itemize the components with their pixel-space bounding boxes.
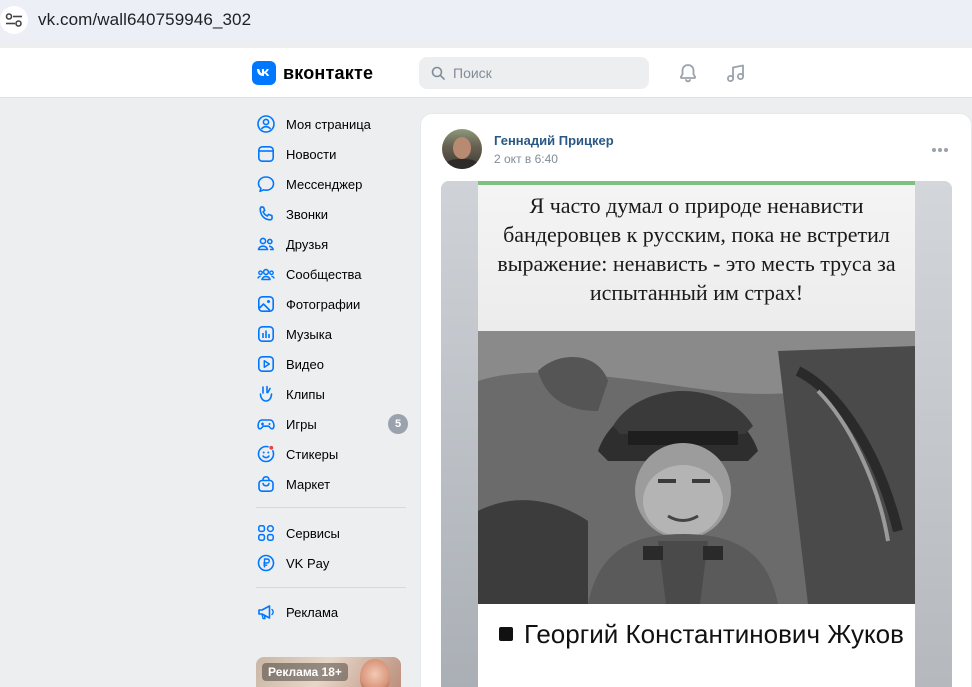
ad-image — [360, 659, 390, 687]
gamepad-icon — [256, 414, 276, 434]
sidebar-item-music[interactable]: Музыка — [252, 319, 412, 349]
clips-icon — [256, 384, 276, 404]
avatar[interactable] — [442, 129, 482, 169]
search-icon — [431, 66, 445, 80]
caption-text: Георгий Константинович Жуков — [524, 619, 904, 649]
sidebar-item-label: Сообщества — [286, 266, 362, 282]
vkpay-icon — [256, 553, 276, 573]
sidebar-item-label: Музыка — [286, 326, 332, 342]
sidebar-item-label: Друзья — [286, 236, 329, 252]
sidebar-item-label: Клипы — [286, 386, 325, 402]
music-note-icon — [256, 324, 276, 344]
bell-icon[interactable] — [676, 61, 700, 85]
wall-post: Геннадий Прицкер 2 окт в 6:40 Я часто ду… — [420, 113, 972, 687]
sidebar-item-calls[interactable]: Звонки — [252, 199, 412, 229]
sidebar-item-ads[interactable]: Реклама — [252, 597, 412, 627]
video-icon — [256, 354, 276, 374]
sidebar-item-label: Стикеры — [286, 446, 339, 462]
sidebar-item-label: Мессенджер — [286, 176, 363, 192]
site-header: вконтакте — [0, 48, 972, 98]
sidebar-item-label: Видео — [286, 356, 324, 372]
sidebar-item-my-page[interactable]: Моя страница — [252, 109, 412, 139]
ad-label: Реклама 18+ — [262, 663, 348, 681]
image-blur-left — [441, 181, 478, 687]
browser-toolbar: vk.com/wall640759946_302 — [0, 0, 972, 41]
communities-icon — [256, 264, 276, 284]
sidebar-item-services[interactable]: Сервисы — [252, 518, 412, 548]
address-bar[interactable]: vk.com/wall640759946_302 — [0, 0, 972, 41]
phone-icon — [256, 204, 276, 224]
sidebar-item-vkpay[interactable]: VK Pay — [252, 548, 412, 578]
sidebar-item-photos[interactable]: Фотографии — [252, 289, 412, 319]
sidebar-item-label: Игры — [286, 416, 317, 432]
more-options-icon[interactable] — [929, 139, 951, 159]
vk-logo-icon — [252, 61, 276, 85]
sidebar-item-video[interactable]: Видео — [252, 349, 412, 379]
music-icon[interactable] — [724, 61, 748, 85]
sidebar-item-label: Сервисы — [286, 525, 340, 541]
image-caption: Георгий Константинович Жуков — [478, 604, 915, 687]
avatar-face — [453, 137, 471, 159]
sidebar-item-games[interactable]: Игры 5 — [252, 409, 412, 439]
divider — [256, 587, 406, 588]
friends-icon — [256, 234, 276, 254]
ad-banner[interactable]: Реклама 18+ — [256, 657, 401, 687]
historical-photo — [478, 331, 915, 604]
sidebar-item-label: Маркет — [286, 476, 331, 492]
newspaper-icon — [256, 144, 276, 164]
sidebar-item-label: VK Pay — [286, 555, 330, 571]
image-blur-right — [915, 181, 952, 687]
vk-logo-text: вконтакте — [283, 62, 374, 83]
divider — [256, 507, 406, 508]
sidebar-item-label: Звонки — [286, 206, 328, 222]
message-icon — [256, 174, 276, 194]
site-settings-icon[interactable] — [0, 6, 28, 34]
services-icon — [256, 523, 276, 543]
sidebar-item-label: Новости — [286, 146, 337, 162]
sidebar-item-label: Реклама — [286, 604, 339, 620]
bag-icon — [256, 474, 276, 494]
sidebar-item-messenger[interactable]: Мессенджер — [252, 169, 412, 199]
sidebar-item-friends[interactable]: Друзья — [252, 229, 412, 259]
post-picture: Я часто думал о природе ненависти бандер… — [478, 181, 915, 687]
sidebar-item-stickers[interactable]: Стикеры — [252, 439, 412, 469]
post-image[interactable]: Я часто думал о природе ненависти бандер… — [441, 181, 952, 687]
sidebar-item-label: Фотографии — [286, 296, 361, 312]
vk-logo[interactable]: вконтакте — [252, 60, 373, 86]
photo-icon — [256, 294, 276, 314]
image-quote-panel: Я часто думал о природе ненависти бандер… — [478, 181, 915, 331]
sidebar-item-clips[interactable]: Клипы — [252, 379, 412, 409]
sidebar-item-market[interactable]: Маркет — [252, 469, 412, 499]
sidebar-item-label: Моя страница — [286, 116, 371, 132]
post-date[interactable]: 2 окт в 6:40 — [494, 152, 558, 166]
search-input[interactable] — [453, 57, 643, 89]
image-quote-text: Я часто думал о природе ненависти бандер… — [497, 193, 896, 305]
user-circle-icon — [256, 114, 276, 134]
search-box[interactable] — [419, 57, 649, 89]
url-text[interactable]: vk.com/wall640759946_302 — [38, 10, 251, 30]
sticker-icon — [256, 444, 276, 464]
sidebar-item-news[interactable]: Новости — [252, 139, 412, 169]
post-author[interactable]: Геннадий Прицкер — [494, 133, 614, 148]
sidebar-item-communities[interactable]: Сообщества — [252, 259, 412, 289]
megaphone-icon — [256, 602, 276, 622]
games-count-badge: 5 — [388, 414, 408, 434]
avatar-shirt — [446, 159, 478, 169]
